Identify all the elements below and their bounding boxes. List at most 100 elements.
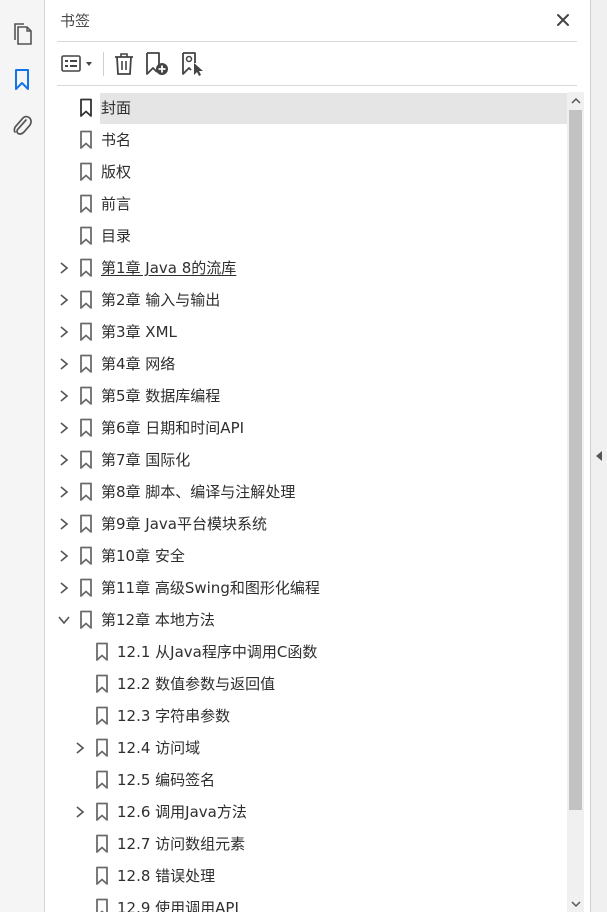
collapse-panel-icon[interactable] (594, 448, 604, 464)
bookmark-item[interactable]: 12.7 访问数组元素 (45, 828, 567, 860)
chevron-right-icon[interactable] (73, 741, 87, 755)
bookmark-label: 12.5 编码签名 (117, 771, 216, 789)
bookmark-icon (79, 290, 93, 310)
bookmark-icon (95, 802, 109, 822)
chevron-right-icon[interactable] (57, 549, 71, 563)
bookmark-label: 12.9 使用调用API (117, 899, 239, 912)
bookmark-label: 第9章 Java平台模块系统 (101, 515, 267, 533)
toolbar-divider (57, 85, 577, 86)
bookmark-item[interactable]: 封面 (45, 92, 567, 124)
bookmark-icon (79, 130, 93, 150)
bookmark-icon (95, 834, 109, 854)
bookmark-label: 第7章 国际化 (101, 451, 191, 469)
chevron-right-icon[interactable] (57, 485, 71, 499)
bookmark-icon (79, 98, 93, 118)
bookmark-item[interactable]: 前言 (45, 188, 567, 220)
chevron-right-icon[interactable] (57, 453, 71, 467)
new-bookmark-icon[interactable] (143, 50, 171, 78)
bookmark-icon (95, 770, 109, 790)
bookmark-label: 第5章 数据库编程 (101, 387, 221, 405)
bookmark-item[interactable]: 第3章 XML (45, 316, 567, 348)
pages-icon[interactable] (6, 18, 38, 50)
chevron-right-icon[interactable] (73, 805, 87, 819)
vertical-scrollbar[interactable] (567, 92, 584, 912)
bookmark-item[interactable]: 12.6 调用Java方法 (45, 796, 567, 828)
bookmark-item[interactable]: 目录 (45, 220, 567, 252)
chevron-right-icon[interactable] (57, 261, 71, 275)
bookmark-label: 第1章 Java 8的流库 (101, 259, 237, 277)
bookmark-item[interactable]: 12.3 字符串参数 (45, 700, 567, 732)
bookmark-item[interactable]: 第11章 高级Swing和图形化编程 (45, 572, 567, 604)
bookmark-item[interactable]: 第1章 Java 8的流库 (45, 252, 567, 284)
bookmark-icon (95, 642, 109, 662)
bookmark-icon[interactable] (6, 64, 38, 96)
bookmark-item[interactable]: 12.5 编码签名 (45, 764, 567, 796)
bookmark-icon (79, 578, 93, 598)
bookmark-label: 封面 (101, 99, 132, 117)
bookmark-item[interactable]: 第2章 输入与输出 (45, 284, 567, 316)
bookmark-item[interactable]: 12.2 数值参数与返回值 (45, 668, 567, 700)
bookmark-item[interactable]: 书名 (45, 124, 567, 156)
bookmark-icon (79, 354, 93, 374)
bookmark-item[interactable]: 第6章 日期和时间API (45, 412, 567, 444)
bookmark-icon (79, 322, 93, 342)
chevron-right-icon[interactable] (57, 517, 71, 531)
chevron-right-icon[interactable] (57, 293, 71, 307)
bookmark-label: 12.7 访问数组元素 (117, 835, 246, 853)
toolbar-separator (103, 52, 104, 76)
options-menu-icon[interactable] (59, 50, 97, 78)
bookmark-icon (79, 482, 93, 502)
panel-title: 书签 (60, 12, 91, 30)
bookmark-label: 前言 (101, 195, 132, 213)
chevron-right-icon[interactable] (57, 325, 71, 339)
chevron-right-icon[interactable] (57, 581, 71, 595)
bookmark-label: 第10章 安全 (101, 547, 185, 565)
bookmark-item[interactable]: 第4章 网络 (45, 348, 567, 380)
chevron-right-icon[interactable] (57, 357, 71, 371)
bookmark-label: 书名 (101, 131, 132, 149)
bookmark-item[interactable]: 第8章 脚本、编译与注解处理 (45, 476, 567, 508)
bookmark-item[interactable]: 12.8 错误处理 (45, 860, 567, 892)
scrollbar-thumb[interactable] (569, 110, 582, 810)
bookmarks-panel: 书签 封面 书名 版权 前言 目录 第1章 Java 8的流库 第2章 输入与输… (45, 0, 590, 912)
bookmark-item[interactable]: 第7章 国际化 (45, 444, 567, 476)
bookmark-label: 12.1 从Java程序中调用C函数 (117, 643, 318, 661)
close-icon[interactable] (552, 9, 574, 31)
bookmark-icon (95, 706, 109, 726)
bookmark-label: 12.4 访问域 (117, 739, 201, 757)
selection-highlight (100, 93, 567, 124)
bookmark-label: 目录 (101, 227, 132, 245)
bookmark-item[interactable]: 12.4 访问域 (45, 732, 567, 764)
navigation-rail (0, 0, 45, 912)
bookmark-item[interactable]: 第10章 安全 (45, 540, 567, 572)
bookmark-icon (79, 226, 93, 246)
bookmark-icon (79, 258, 93, 278)
scroll-down-icon[interactable] (567, 895, 584, 912)
bookmark-label: 第11章 高级Swing和图形化编程 (101, 579, 320, 597)
delete-icon[interactable] (111, 50, 137, 78)
bookmark-label: 12.3 字符串参数 (117, 707, 231, 725)
chevron-right-icon[interactable] (57, 421, 71, 435)
bookmark-icon (95, 866, 109, 886)
bookmark-icon (79, 546, 93, 566)
scroll-up-icon[interactable] (567, 92, 584, 109)
bookmark-item[interactable]: 12.1 从Java程序中调用C函数 (45, 636, 567, 668)
bookmark-label: 版权 (101, 163, 132, 181)
bookmark-from-selection-icon[interactable] (179, 50, 207, 78)
bookmark-item[interactable]: 第5章 数据库编程 (45, 380, 567, 412)
bookmark-icon (95, 738, 109, 758)
bookmark-icon (79, 194, 93, 214)
bookmark-icon (79, 610, 93, 630)
chevron-right-icon[interactable] (57, 389, 71, 403)
bookmark-label: 第3章 XML (101, 323, 177, 341)
attachment-icon[interactable] (6, 110, 38, 142)
bookmark-item[interactable]: 版权 (45, 156, 567, 188)
bookmark-item[interactable]: 第12章 本地方法 (45, 604, 567, 636)
bookmarks-toolbar (45, 42, 590, 86)
bookmark-tree: 封面书名版权前言目录第1章 Java 8的流库第2章 输入与输出第3章 XML 第… (45, 92, 567, 912)
chevron-down-icon[interactable] (57, 613, 71, 627)
panel-header: 书签 (45, 0, 590, 42)
bookmark-icon (79, 450, 93, 470)
bookmark-item[interactable]: 第9章 Java平台模块系统 (45, 508, 567, 540)
bookmark-item[interactable]: 12.9 使用调用API (45, 892, 567, 912)
